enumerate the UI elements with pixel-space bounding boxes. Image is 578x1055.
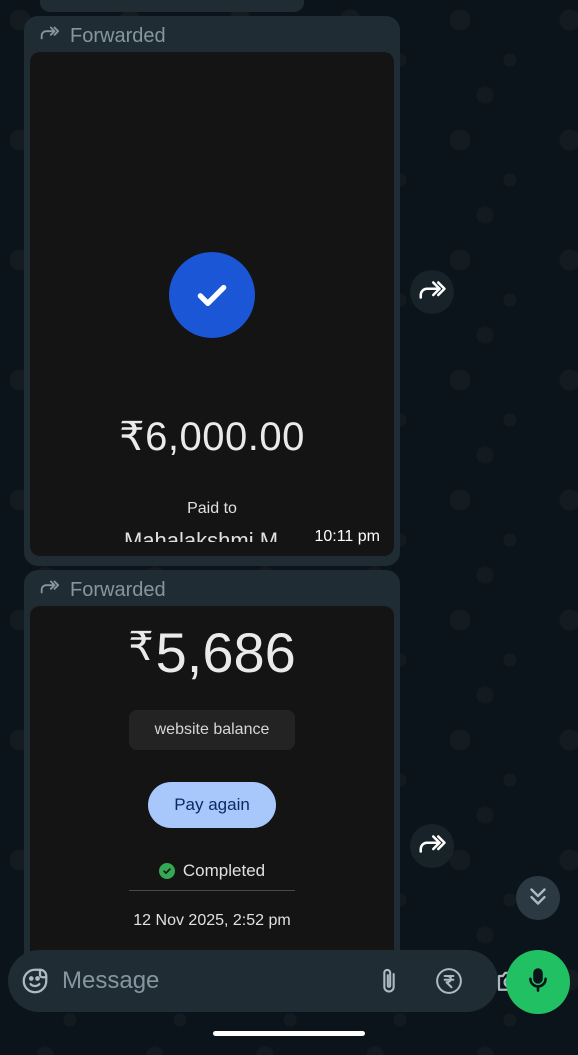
share-button[interactable]	[410, 824, 454, 868]
payment-amount: ₹5,686	[30, 620, 394, 685]
forward-icon	[38, 576, 60, 604]
message-timestamp: 10:11 pm	[314, 528, 380, 545]
double-chevron-down-icon	[525, 883, 551, 914]
payment-amount: ₹6,000.00	[119, 415, 305, 459]
pay-again-button[interactable]: Pay again	[148, 782, 276, 828]
message-composer	[8, 950, 521, 1012]
scroll-to-bottom-button[interactable]	[516, 876, 560, 920]
payment-note: website balance	[129, 710, 295, 750]
forwarded-indicator: Forwarded	[30, 20, 394, 52]
checkmark-icon	[169, 252, 255, 338]
forward-icon	[38, 22, 60, 50]
payment-detail-image[interactable]: ₹5,686 website balance Pay again Complet…	[30, 606, 394, 966]
previous-message-edge	[40, 0, 304, 12]
share-icon	[417, 275, 447, 310]
share-icon	[417, 829, 447, 864]
message-bubble-payment-2[interactable]: Forwarded ₹5,686 website balance Pay aga…	[24, 570, 400, 966]
status-label: Completed	[182, 861, 266, 880]
forwarded-label: Forwarded	[70, 578, 166, 601]
forwarded-indicator: Forwarded	[30, 574, 394, 606]
amount-value: 5,686	[155, 621, 296, 684]
payment-receipt-image[interactable]: ₹6,000.00 Paid to Mahalakshmi M 10:11 pm	[30, 52, 394, 556]
status-row: Completed	[30, 861, 394, 881]
mic-icon	[524, 966, 552, 999]
paid-to-label: Paid to	[187, 500, 237, 517]
payment-datetime: 12 Nov 2025, 2:52 pm	[133, 912, 291, 929]
payee-name: Mahalakshmi M	[124, 528, 279, 542]
divider	[129, 890, 295, 891]
attach-icon[interactable]	[372, 964, 406, 998]
message-bubble-payment-1[interactable]: Forwarded ₹6,000.00 Paid to Mahalakshmi …	[24, 16, 400, 566]
voice-message-button[interactable]	[506, 950, 570, 1014]
rupee-icon[interactable]	[432, 964, 466, 998]
currency-symbol: ₹	[128, 625, 154, 669]
forwarded-label: Forwarded	[70, 24, 166, 47]
message-input[interactable]	[62, 961, 372, 1001]
completed-check-icon	[158, 863, 175, 879]
sticker-icon[interactable]	[20, 964, 50, 998]
home-indicator[interactable]	[213, 1031, 365, 1036]
share-button[interactable]	[410, 270, 454, 314]
